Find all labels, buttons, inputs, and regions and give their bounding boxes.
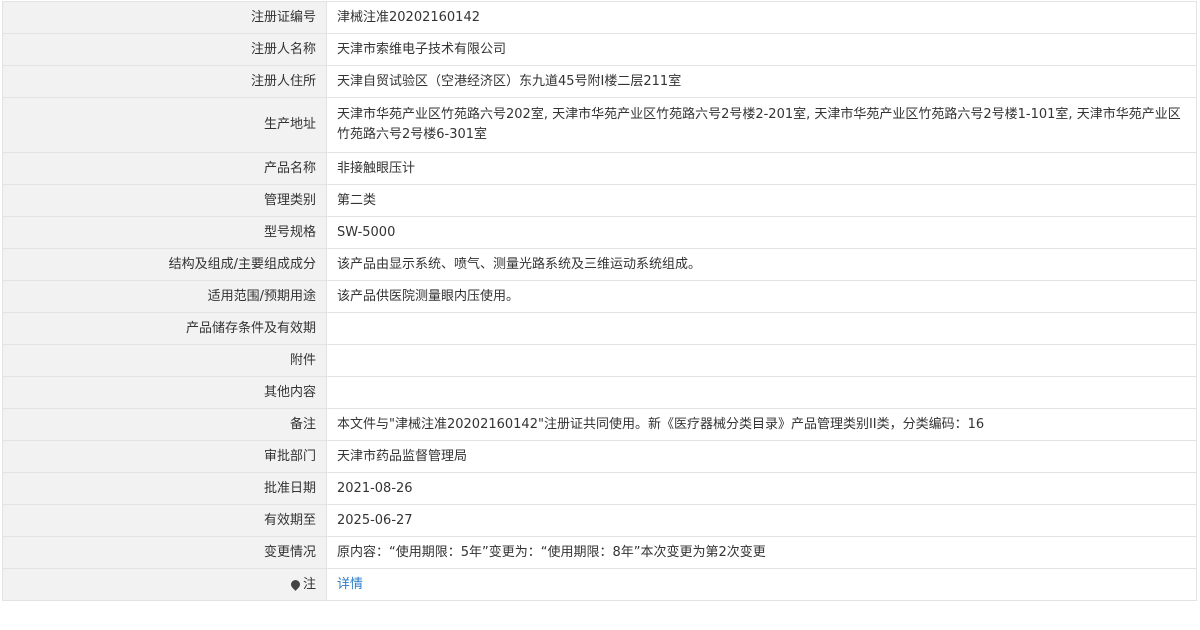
field-value: 该产品由显示系统、喷气、测量光路系统及三维运动系统组成。: [326, 248, 1197, 281]
table-row-attachments: 附件: [2, 344, 1197, 377]
field-label: 型号规格: [2, 216, 327, 249]
table-row-valid-until: 有效期至 2025-06-27: [2, 504, 1197, 537]
table-row-approval-department: 审批部门 天津市药品监督管理局: [2, 440, 1197, 473]
table-row-other-content: 其他内容: [2, 376, 1197, 409]
field-value: 本文件与"津械注准20202160142"注册证共同使用。新《医疗器械分类目录》…: [326, 408, 1197, 441]
field-value: [326, 376, 1197, 409]
table-row-model-spec: 型号规格 SW-5000: [2, 216, 1197, 249]
map-pin-icon: [289, 577, 302, 591]
registration-info-table: 注册证编号 津械注准20202160142 注册人名称 天津市索维电子技术有限公…: [2, 1, 1197, 601]
table-row-intended-use: 适用范围/预期用途 该产品供医院测量眼内压使用。: [2, 280, 1197, 313]
field-label: 审批部门: [2, 440, 327, 473]
field-value: [326, 312, 1197, 345]
field-value: 2021-08-26: [326, 472, 1197, 505]
field-label: 变更情况: [2, 536, 327, 569]
field-value: SW-5000: [326, 216, 1197, 249]
table-row-approval-date: 批准日期 2021-08-26: [2, 472, 1197, 505]
field-value: 详情: [326, 568, 1197, 601]
field-label: 注: [2, 568, 327, 601]
field-value: 2025-06-27: [326, 504, 1197, 537]
field-value: [326, 344, 1197, 377]
field-value: 天津市索维电子技术有限公司: [326, 33, 1197, 66]
field-value: 津械注准20202160142: [326, 1, 1197, 34]
table-row-change-history: 变更情况 原内容：“使用期限：5年”变更为：“使用期限：8年”本次变更为第2次变…: [2, 536, 1197, 569]
note-label: 注: [302, 576, 316, 592]
table-row-registrant-address: 注册人住所 天津自贸试验区（空港经济区）东九道45号附I楼二层211室: [2, 65, 1197, 98]
details-link[interactable]: 详情: [337, 577, 363, 592]
field-label: 管理类别: [2, 184, 327, 217]
table-row-storage-conditions: 产品储存条件及有效期: [2, 312, 1197, 345]
field-value: 天津自贸试验区（空港经济区）东九道45号附I楼二层211室: [326, 65, 1197, 98]
table-row-structure-composition: 结构及组成/主要组成成分 该产品由显示系统、喷气、测量光路系统及三维运动系统组成…: [2, 248, 1197, 281]
field-value: 原内容：“使用期限：5年”变更为：“使用期限：8年”本次变更为第2次变更: [326, 536, 1197, 569]
field-value: 天津市华苑产业区竹苑路六号202室, 天津市华苑产业区竹苑路六号2号楼2-201…: [326, 97, 1197, 153]
field-value: 第二类: [326, 184, 1197, 217]
field-label: 批准日期: [2, 472, 327, 505]
table-row-registrant-name: 注册人名称 天津市索维电子技术有限公司: [2, 33, 1197, 66]
field-value: 天津市药品监督管理局: [326, 440, 1197, 473]
field-label: 备注: [2, 408, 327, 441]
table-row-note: 注 详情: [2, 568, 1197, 601]
field-label: 结构及组成/主要组成成分: [2, 248, 327, 281]
field-label: 有效期至: [2, 504, 327, 537]
field-label: 产品名称: [2, 152, 327, 185]
field-value: 非接触眼压计: [326, 152, 1197, 185]
field-label: 生产地址: [2, 97, 327, 153]
table-row-remarks: 备注 本文件与"津械注准20202160142"注册证共同使用。新《医疗器械分类…: [2, 408, 1197, 441]
field-label: 注册人住所: [2, 65, 327, 98]
registration-detail: 注册证编号 津械注准20202160142 注册人名称 天津市索维电子技术有限公…: [2, 1, 1197, 601]
field-label: 注册证编号: [2, 1, 327, 34]
field-label: 产品储存条件及有效期: [2, 312, 327, 345]
field-label: 注册人名称: [2, 33, 327, 66]
table-row-product-name: 产品名称 非接触眼压计: [2, 152, 1197, 185]
table-row-registration-number: 注册证编号 津械注准20202160142: [2, 1, 1197, 34]
field-label: 其他内容: [2, 376, 327, 409]
table-row-management-category: 管理类别 第二类: [2, 184, 1197, 217]
field-value: 该产品供医院测量眼内压使用。: [326, 280, 1197, 313]
table-row-production-address: 生产地址 天津市华苑产业区竹苑路六号202室, 天津市华苑产业区竹苑路六号2号楼…: [2, 97, 1197, 153]
field-label: 适用范围/预期用途: [2, 280, 327, 313]
field-label: 附件: [2, 344, 327, 377]
